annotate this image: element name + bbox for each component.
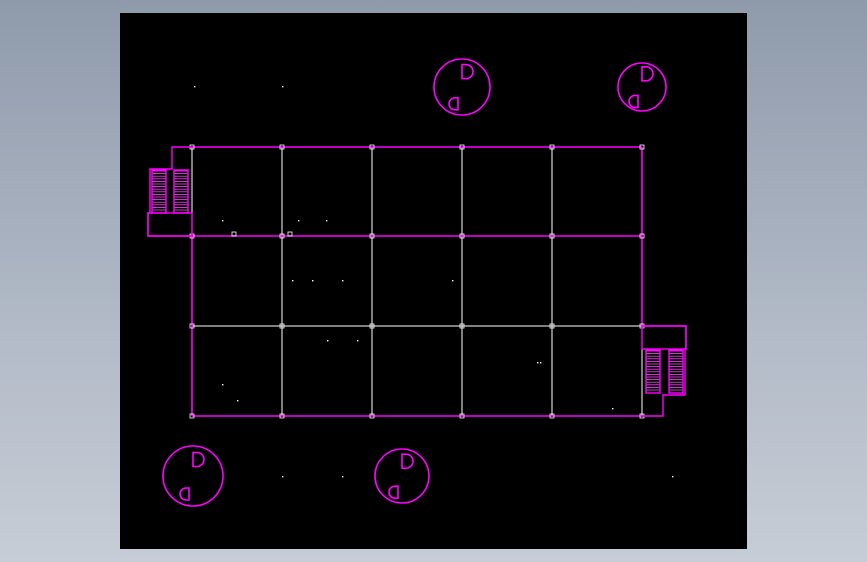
drawing-dot <box>612 408 614 410</box>
drawing-dot <box>194 86 196 88</box>
right-stair-enclosure <box>642 325 687 417</box>
drawing-dot <box>342 476 344 478</box>
drawing-dot <box>282 86 284 88</box>
drawing-dot <box>312 280 314 282</box>
drawing-dot <box>327 340 329 342</box>
door-symbol <box>461 63 474 80</box>
structural-grid <box>191 146 643 417</box>
door-symbol <box>401 453 414 469</box>
column-markers <box>189 144 645 419</box>
round-plan-top-center <box>433 58 491 116</box>
left-stair-treads <box>152 170 188 211</box>
right-stair <box>641 325 687 417</box>
door-symbol <box>448 97 459 111</box>
drawing-dot <box>672 476 674 478</box>
drawing-dots <box>194 86 674 478</box>
building-outline <box>191 146 643 417</box>
door-symbol <box>641 66 654 82</box>
drawing-dot <box>452 280 454 282</box>
floor-plan-drawing <box>147 58 687 507</box>
drawing-dot <box>537 362 539 364</box>
drawing-dot <box>298 220 300 222</box>
round-elements <box>162 58 667 507</box>
round-plan-bottom-left <box>162 445 224 507</box>
drawing-dot <box>292 280 294 282</box>
door-symbol <box>628 94 639 109</box>
door-symbol <box>388 485 399 499</box>
drawing-dot <box>357 340 359 342</box>
door-symbol <box>179 487 190 501</box>
round-plan-top-right <box>617 62 667 112</box>
left-stair <box>147 146 193 237</box>
left-stair-landing <box>147 212 193 237</box>
door-symbol <box>192 451 205 468</box>
drawing-dot <box>237 400 239 402</box>
cad-drawing-viewport[interactable] <box>120 13 747 549</box>
right-stair-treads <box>646 350 683 391</box>
drawing-dot <box>222 220 224 222</box>
drawing-dot <box>326 220 328 222</box>
drawing-dot <box>222 384 224 386</box>
right-stair-landing <box>641 325 687 350</box>
drawing-dot <box>282 476 284 478</box>
drawing-dot <box>540 362 542 364</box>
drawing-dot <box>342 280 344 282</box>
round-plan-bottom-center <box>374 448 430 504</box>
